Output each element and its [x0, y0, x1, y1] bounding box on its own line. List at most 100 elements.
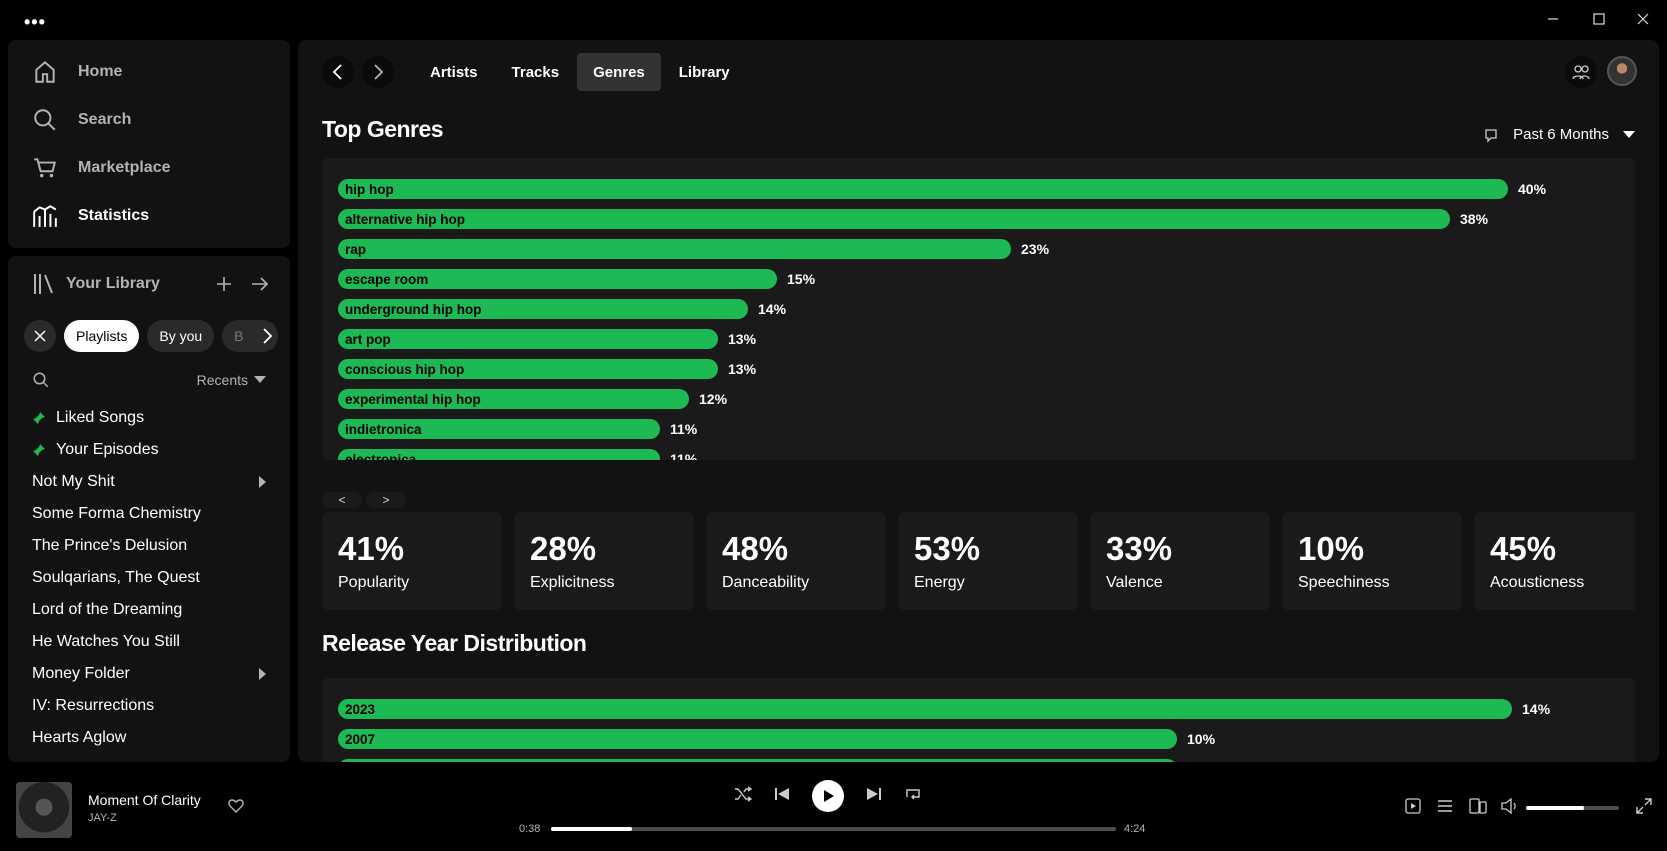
play-button[interactable]	[812, 780, 844, 812]
bar[interactable]: alternative hip hop	[338, 209, 1450, 229]
folder-arrow-icon[interactable]	[259, 668, 266, 680]
list-item-label: The Prince's Delusion	[32, 537, 188, 554]
nav-search[interactable]: Search	[8, 96, 290, 144]
bar-percent: 14%	[1522, 701, 1551, 717]
filter-chips: Playlists By you B	[8, 318, 290, 354]
stat-card: 28% Explicitness	[514, 512, 694, 610]
chevron-right-icon[interactable]	[252, 322, 275, 350]
friend-activity-button[interactable]	[1565, 56, 1597, 88]
list-item[interactable]: Not My Shit	[24, 466, 290, 498]
create-playlist-button[interactable]	[210, 270, 238, 298]
bar[interactable]: rap	[338, 239, 1011, 259]
bar[interactable]: escape room	[338, 269, 777, 289]
search-icon[interactable]	[32, 371, 50, 389]
minimize-button[interactable]	[1530, 6, 1576, 32]
list-item-label: Liked Songs	[56, 409, 145, 426]
app-menu-button[interactable]: •••	[24, 12, 46, 33]
now-playing-title[interactable]: Moment Of Clarity	[88, 792, 201, 808]
list-item[interactable]: Some Forma Chemistry	[24, 498, 290, 530]
bar-percent: 14%	[758, 301, 787, 317]
library-icon[interactable]	[32, 272, 56, 296]
skip-back-icon	[775, 787, 789, 800]
bar-row: 2007 10%	[338, 724, 1619, 754]
queue-button[interactable]	[1437, 798, 1453, 819]
now-playing-view-button[interactable]	[1405, 798, 1421, 819]
sort-dropdown[interactable]: Recents	[197, 372, 266, 388]
bar[interactable]: experimental hip hop	[338, 389, 689, 409]
library-tools: Recents	[8, 358, 290, 402]
device-icon	[1469, 798, 1487, 814]
fullscreen-button[interactable]	[1636, 798, 1652, 819]
plus-icon	[217, 277, 231, 291]
list-item[interactable]: Liked Songs	[24, 402, 290, 434]
by-spotify-chip[interactable]: B	[222, 320, 279, 352]
album-cover[interactable]	[16, 782, 72, 838]
list-item[interactable]: Your Episodes	[24, 434, 290, 466]
library-title[interactable]: Your Library	[66, 275, 202, 293]
bar-percent: 23%	[1021, 241, 1050, 257]
clear-filter-chip[interactable]	[24, 320, 56, 352]
maximize-button[interactable]	[1576, 6, 1622, 32]
tab-library[interactable]: Library	[663, 53, 746, 91]
tab-tracks[interactable]: Tracks	[496, 53, 576, 91]
pager-prev-button[interactable]: <	[322, 492, 362, 508]
list-item[interactable]: Soulqarians, The Quest	[24, 562, 290, 594]
bar[interactable]: underground hip hop	[338, 299, 748, 319]
previous-button[interactable]	[774, 786, 790, 807]
expand-library-button[interactable]	[246, 270, 274, 298]
shuffle-button[interactable]	[734, 785, 753, 807]
now-playing-artist[interactable]: JAY-Z	[88, 812, 117, 824]
like-button[interactable]	[228, 798, 244, 819]
stat-value: 10%	[1298, 530, 1365, 567]
close-window-button[interactable]	[1620, 6, 1666, 32]
bar-row: art pop 13%	[338, 324, 1619, 354]
next-button[interactable]	[866, 786, 882, 807]
list-item-label: Not My Shit	[32, 473, 115, 490]
bar[interactable]: electronica	[338, 449, 660, 460]
list-item-label: He Watches You Still	[32, 633, 180, 650]
nav-home[interactable]: Home	[8, 48, 290, 96]
stat-card: 41% Popularity	[322, 512, 502, 610]
list-item[interactable]: He Watches You Still	[24, 626, 290, 658]
bar[interactable]: indietronica	[338, 419, 660, 439]
bar[interactable]: 2023	[338, 699, 1512, 719]
time-range-dropdown[interactable]: Past 6 Months	[1483, 126, 1635, 143]
connect-device-button[interactable]	[1469, 798, 1487, 819]
stat-label: Speechiness	[1298, 574, 1390, 591]
bar-row: 2023 14%	[338, 694, 1619, 724]
avatar[interactable]	[1607, 56, 1637, 86]
list-item[interactable]: The Prince's Delusion	[24, 530, 290, 562]
bar-percent: 11%	[670, 421, 698, 437]
list-item[interactable]: Money Folder	[24, 658, 290, 690]
caret-down-icon	[1623, 131, 1635, 138]
volume-slider[interactable]	[1526, 806, 1619, 810]
playlists-chip[interactable]: Playlists	[64, 320, 140, 352]
elapsed-time: 0:38	[519, 823, 541, 835]
bar[interactable]: conscious hip hop	[338, 359, 718, 379]
now-playing-view-icon	[1405, 798, 1421, 814]
nav-statistics[interactable]: Statistics	[8, 192, 290, 240]
bar[interactable]: 2007	[338, 729, 1177, 749]
forward-button[interactable]	[362, 56, 394, 88]
nav-marketplace[interactable]: Marketplace	[8, 144, 290, 192]
tab-genres[interactable]: Genres	[577, 53, 661, 91]
bar[interactable]: hip hop	[338, 179, 1508, 199]
by-you-chip[interactable]: By you	[147, 320, 215, 352]
page-title: Top Genres	[322, 116, 444, 142]
list-item[interactable]: Hearts Aglow	[24, 722, 290, 754]
sort-label: Recents	[196, 372, 248, 388]
mute-button[interactable]	[1501, 797, 1519, 819]
folder-arrow-icon[interactable]	[259, 476, 266, 488]
progress-bar[interactable]	[551, 827, 1116, 831]
list-item[interactable]: Lord of the Dreaming	[24, 594, 290, 626]
list-item-label: IV: Resurrections	[32, 697, 155, 714]
bar[interactable]: 2018	[338, 759, 1177, 762]
tab-artists[interactable]: Artists	[414, 53, 494, 91]
pager-next-button[interactable]: >	[366, 492, 406, 508]
bar[interactable]: art pop	[338, 329, 718, 349]
list-item[interactable]: IV: Resurrections	[24, 690, 290, 722]
repeat-button[interactable]	[904, 786, 922, 807]
minimize-icon	[1548, 18, 1558, 20]
refresh-icon[interactable]	[1483, 127, 1499, 143]
back-button[interactable]	[322, 56, 354, 88]
